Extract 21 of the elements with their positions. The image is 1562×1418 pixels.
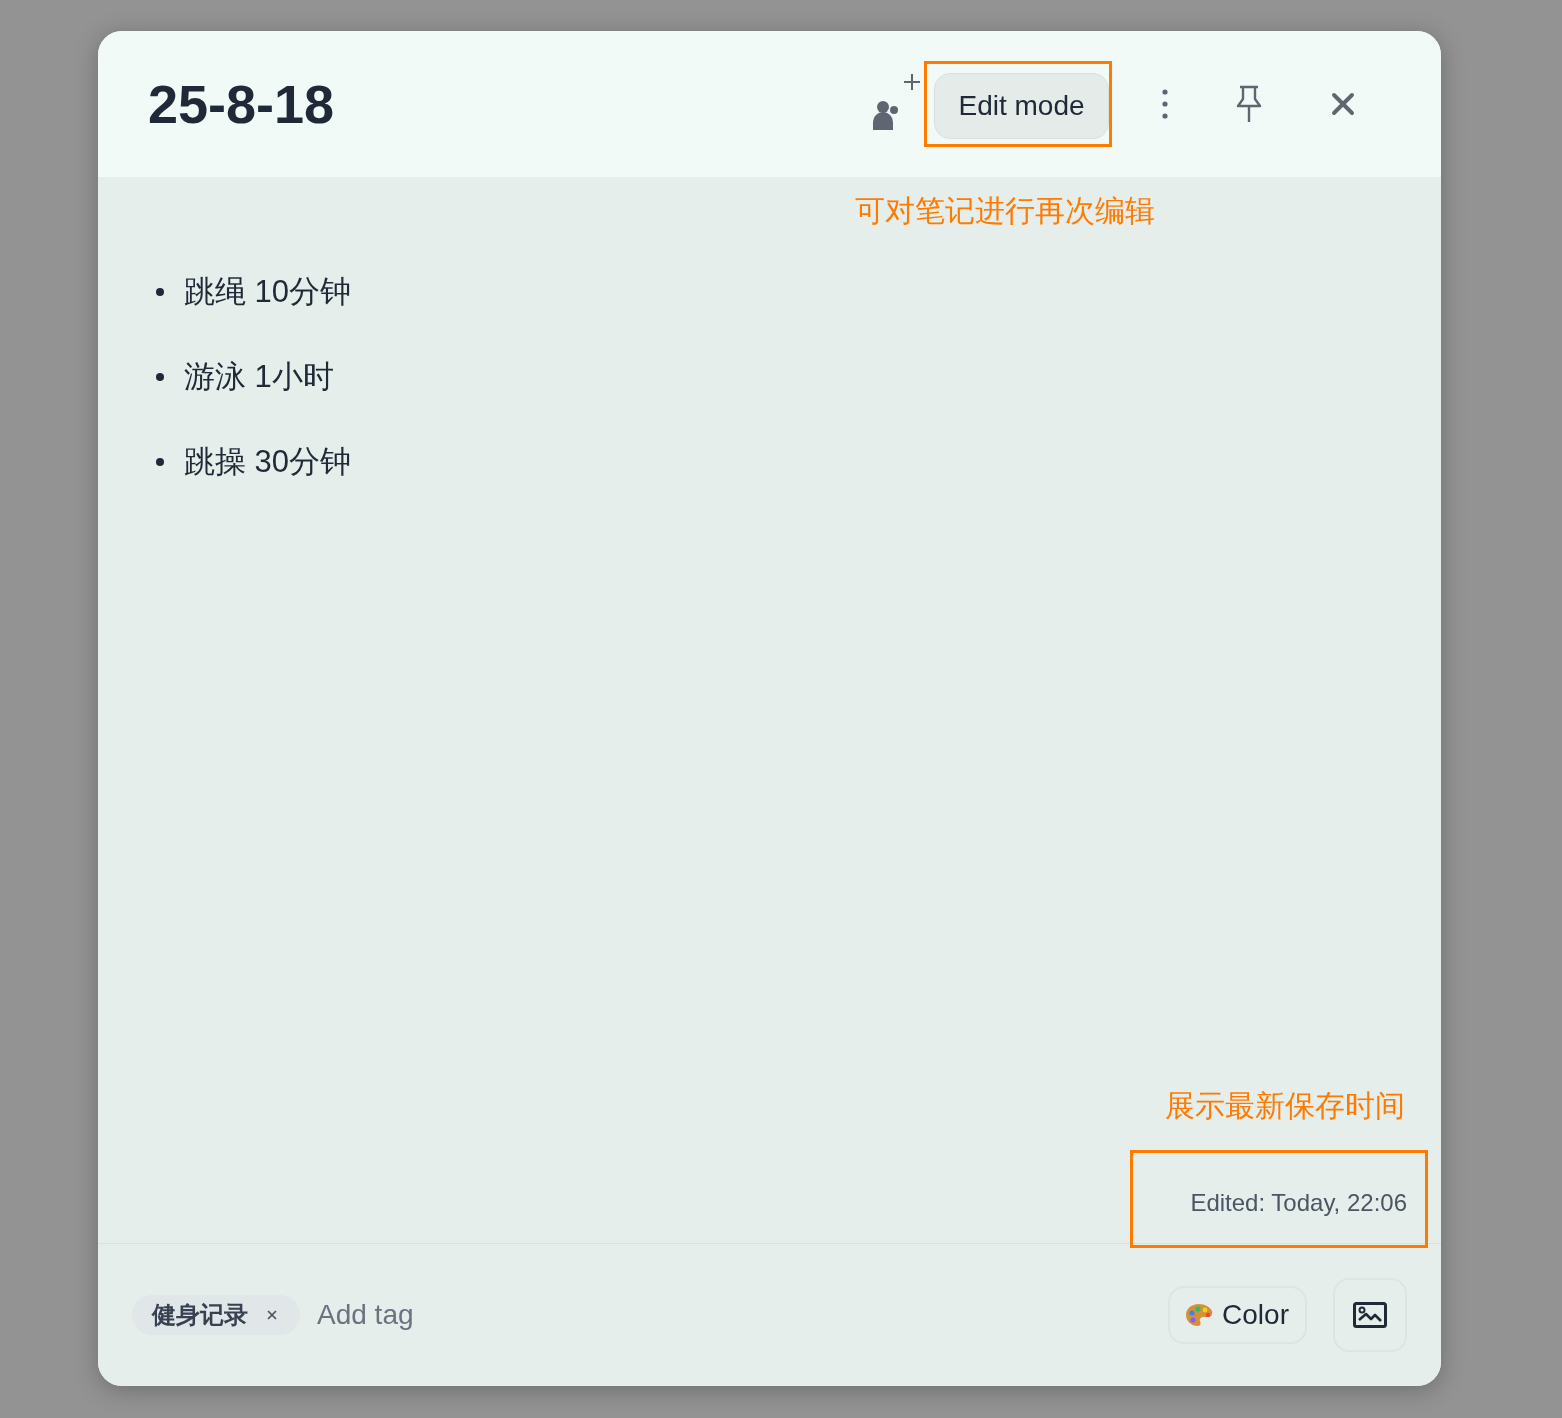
list-item-text: 跳绳 10分钟 xyxy=(184,273,352,311)
annotation-text: 展示最新保存时间 xyxy=(1165,1088,1405,1124)
palette-icon xyxy=(1185,1303,1214,1327)
pin-icon[interactable] xyxy=(1235,85,1263,123)
remove-tag-icon[interactable] xyxy=(265,1308,279,1322)
list-item-text: 跳操 30分钟 xyxy=(184,443,352,481)
bullet-icon xyxy=(156,288,164,296)
color-button[interactable]: Color xyxy=(1168,1286,1307,1344)
annotation-text: 可对笔记进行再次编辑 xyxy=(855,194,1155,227)
add-tag-field[interactable]: Add tag xyxy=(317,1295,537,1335)
list-item-text: 游泳 1小时 xyxy=(184,358,334,396)
edited-timestamp: Edited: Today, 22:06 xyxy=(1190,1188,1407,1218)
image-icon xyxy=(1353,1302,1387,1328)
edit-mode-button[interactable]: Edit mode xyxy=(934,73,1109,139)
add-person-icon[interactable] xyxy=(871,71,921,131)
add-image-button[interactable] xyxy=(1333,1278,1407,1352)
bullet-icon xyxy=(156,458,164,466)
tag-label: 健身记录 xyxy=(152,1300,248,1330)
more-options-icon[interactable] xyxy=(1162,89,1168,119)
note-title: 25-8-18 xyxy=(148,77,335,131)
bullet-icon xyxy=(156,373,164,381)
